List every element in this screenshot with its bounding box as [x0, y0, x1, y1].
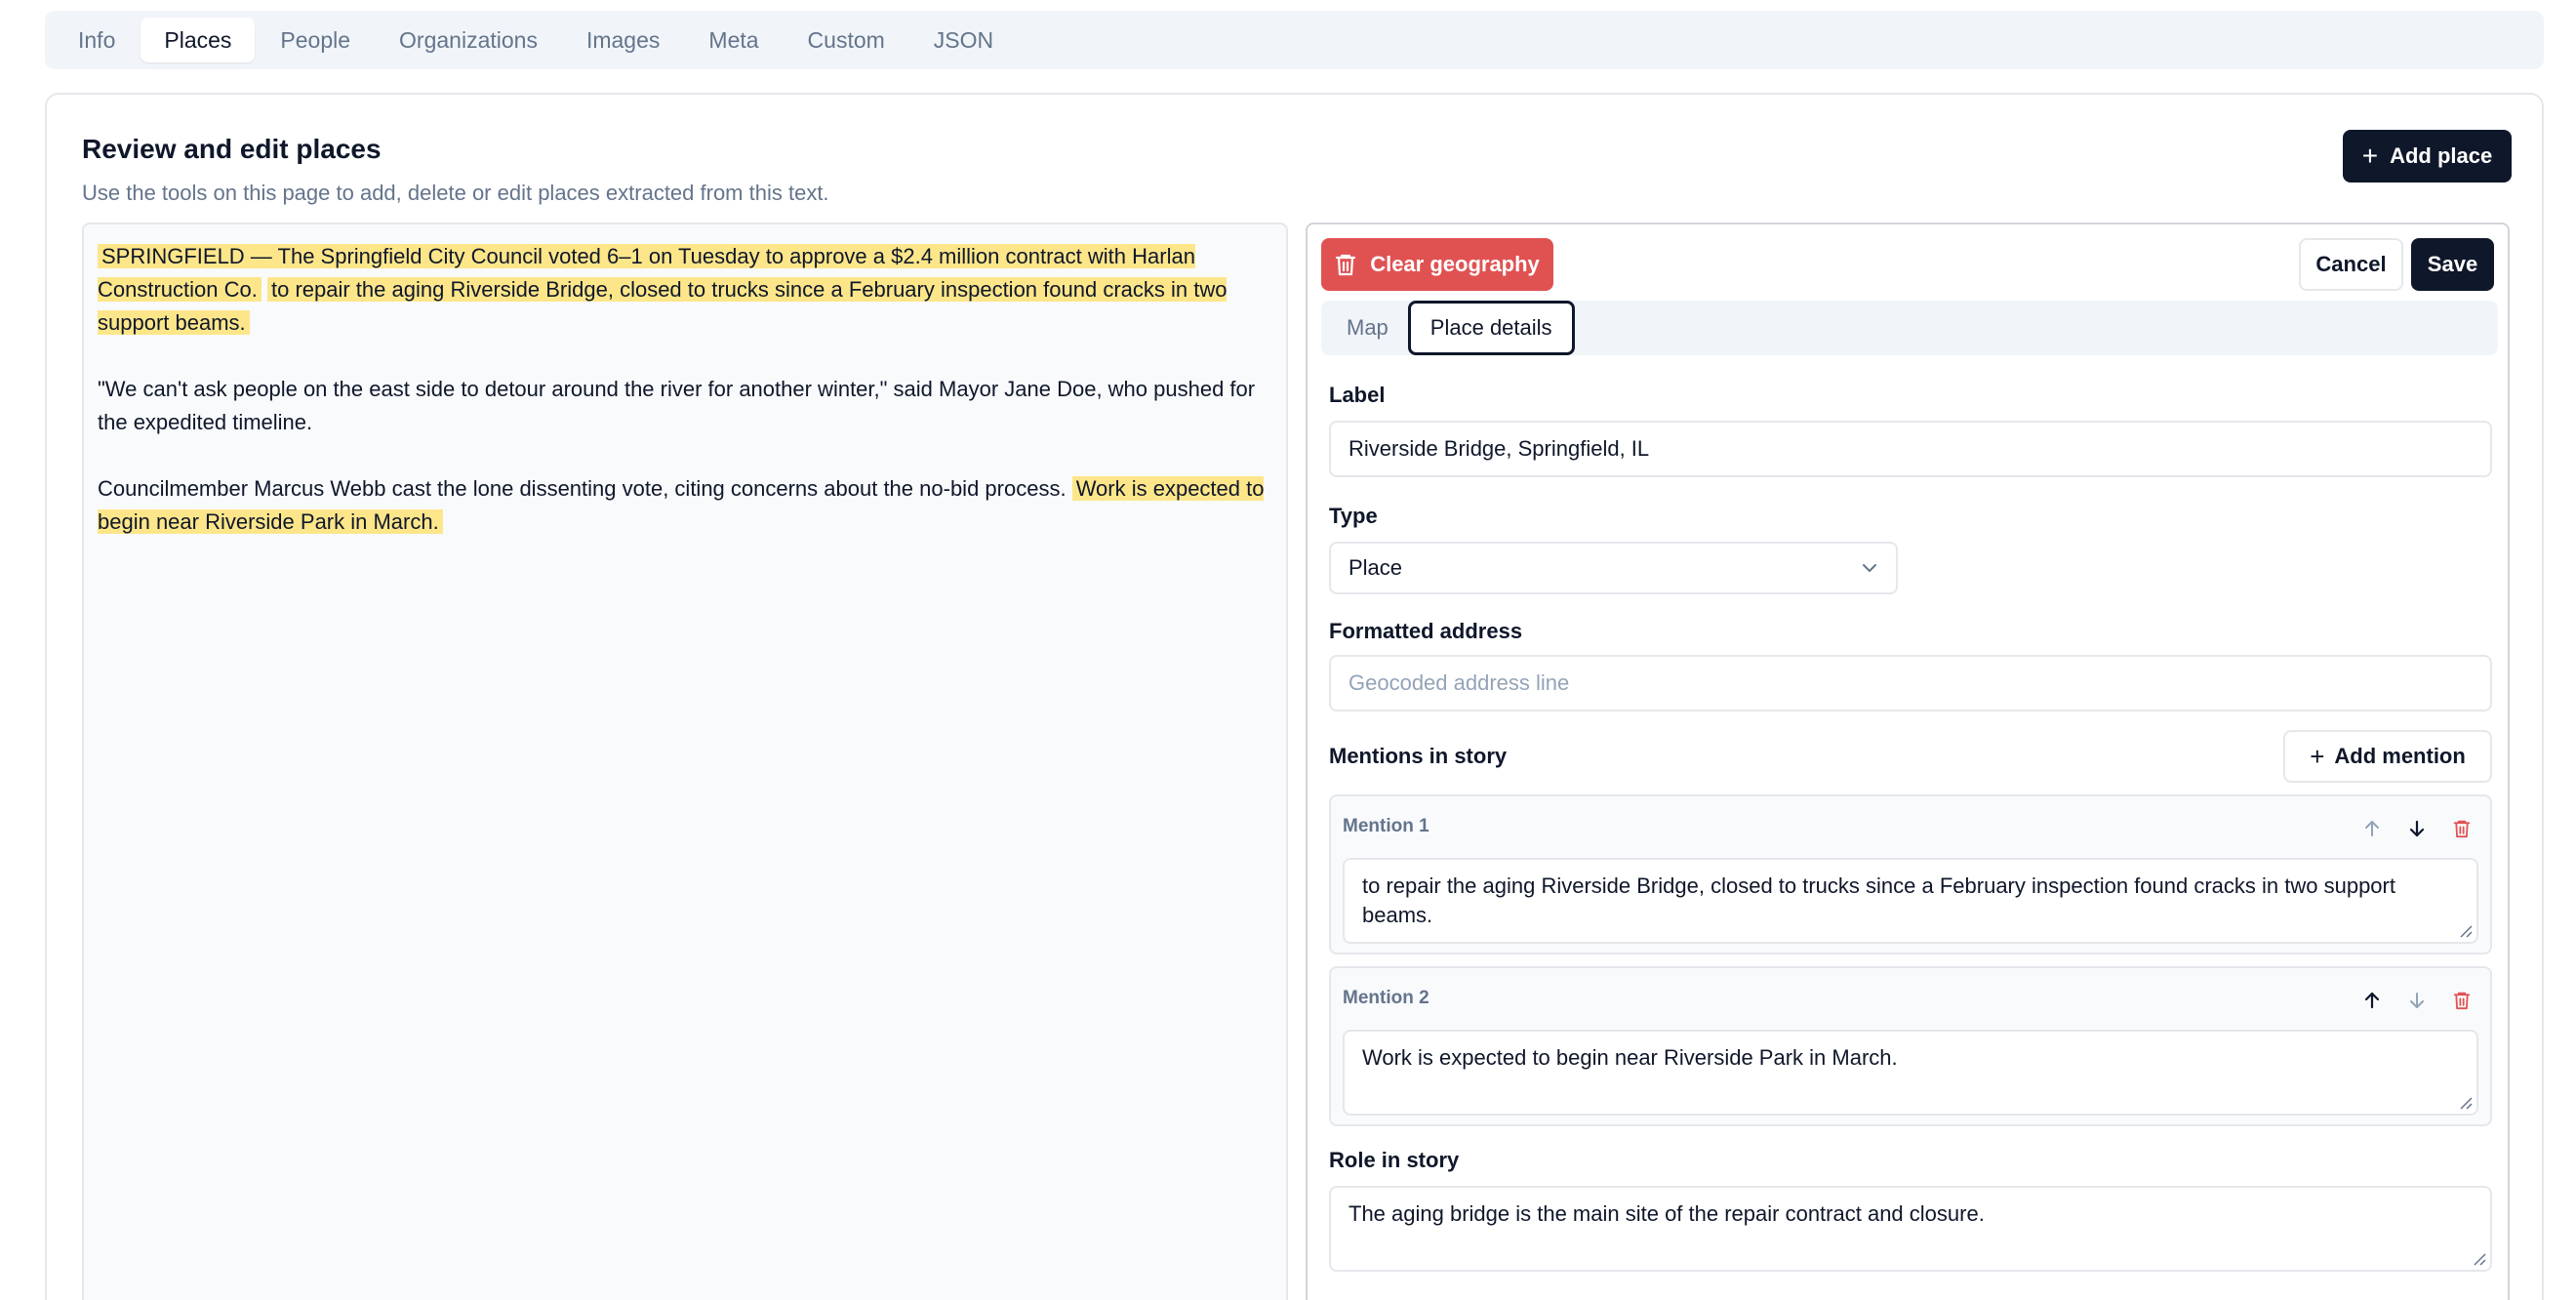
highlighted-text[interactable]: to repair the aging Riverside Bridge, cl… — [98, 277, 1228, 335]
tab-custom[interactable]: Custom — [785, 18, 908, 62]
clear-geography-label: Clear geography — [1370, 252, 1540, 276]
editor-subtabs: Map Place details — [1321, 301, 2498, 355]
tab-organizations[interactable]: Organizations — [376, 18, 561, 62]
mention-title: Mention 1 — [1343, 816, 1429, 836]
plus-icon: + — [2361, 141, 2379, 171]
arrow-down-icon — [2409, 820, 2425, 837]
story-text-pane: SPRINGFIELD — The Springfield City Counc… — [82, 223, 1288, 1300]
subtab-map[interactable]: Map — [1327, 301, 1408, 355]
arrow-up-icon — [2365, 821, 2379, 836]
save-button[interactable]: Save — [2411, 238, 2494, 291]
move-up-button[interactable] — [2352, 982, 2393, 1019]
mention-textarea[interactable]: Work is expected to begin near Riverside… — [1343, 1030, 2478, 1116]
tab-places[interactable]: Places — [141, 18, 256, 62]
mention-textarea[interactable]: to repair the aging Riverside Bridge, cl… — [1343, 858, 2478, 944]
place-editor: Clear geography Cancel Save Map Place de… — [1306, 223, 2510, 1300]
type-select[interactable]: Place — [1329, 542, 1898, 594]
tab-images[interactable]: Images — [563, 18, 683, 62]
formatted-address-input[interactable]: Geocoded address line — [1329, 655, 2492, 711]
mention-text: to repair the aging Riverside Bridge, cl… — [1362, 873, 2395, 927]
arrow-up-icon — [2364, 992, 2380, 1009]
mention-card: Mention 1 to repair the aging Riverside … — [1329, 794, 2492, 955]
role-text: The aging bridge is the main site of the… — [1348, 1201, 1985, 1226]
label-heading: Label — [1329, 383, 1386, 407]
tab-people[interactable]: People — [257, 18, 374, 62]
tab-meta[interactable]: Meta — [685, 18, 782, 62]
move-up-button[interactable] — [2352, 810, 2393, 847]
page-description: Use the tools on this page to add, delet… — [82, 181, 829, 205]
role-heading: Role in story — [1329, 1148, 1460, 1172]
trash-icon — [2453, 820, 2471, 838]
tab-json[interactable]: JSON — [910, 18, 1017, 62]
resize-handle-icon[interactable] — [2459, 924, 2473, 938]
story-text: Councilmember Marcus Webb cast the lone … — [98, 476, 1067, 501]
resize-handle-icon[interactable] — [2459, 1096, 2473, 1110]
mention-title: Mention 2 — [1343, 988, 1429, 1008]
mentions-heading: Mentions in story — [1329, 744, 1508, 768]
label-input[interactable]: Riverside Bridge, Springfield, IL — [1329, 421, 2492, 477]
chevron-down-icon — [1863, 564, 1876, 572]
mention-actions — [2352, 810, 2482, 847]
resize-handle-icon[interactable] — [2473, 1252, 2486, 1266]
add-place-label: Add place — [2390, 143, 2493, 168]
delete-mention-button[interactable] — [2441, 810, 2482, 847]
places-card: Review and edit places Use the tools on … — [45, 93, 2544, 1300]
plus-icon: + — [2310, 741, 2325, 771]
mention-card: Mention 2 Work is expected to begin near… — [1329, 966, 2492, 1126]
story-paragraph: "We can't ask people on the east side to… — [98, 377, 1256, 434]
type-select-value: Place — [1348, 555, 1403, 580]
trash-icon — [2453, 992, 2471, 1010]
formatted-address-heading: Formatted address — [1329, 619, 1523, 643]
page-title: Review and edit places — [82, 134, 382, 164]
subtab-place-details[interactable]: Place details — [1407, 301, 1575, 355]
add-place-button[interactable]: + Add place — [2343, 130, 2512, 183]
tab-info[interactable]: Info — [55, 18, 139, 62]
section-tabs: Info Places People Organizations Images … — [45, 11, 2544, 69]
cancel-button[interactable]: Cancel — [2299, 238, 2403, 291]
move-down-button[interactable] — [2396, 982, 2437, 1019]
add-mention-button[interactable]: + Add mention — [2283, 730, 2492, 783]
type-heading: Type — [1329, 504, 1378, 528]
move-down-button[interactable] — [2396, 810, 2437, 847]
delete-mention-button[interactable] — [2441, 982, 2482, 1019]
clear-geography-button[interactable]: Clear geography — [1321, 238, 1553, 291]
mention-text: Work is expected to begin near Riverside… — [1362, 1045, 1898, 1070]
trash-icon — [1336, 254, 1356, 276]
role-textarea[interactable]: The aging bridge is the main site of the… — [1329, 1186, 2492, 1272]
story-paragraph: SPRINGFIELD — The Springfield City Counc… — [98, 240, 1272, 340]
story-paragraph: Councilmember Marcus Webb cast the lone … — [98, 472, 1272, 539]
mention-actions — [2352, 982, 2482, 1019]
add-mention-label: Add mention — [2334, 744, 2466, 768]
arrow-down-icon — [2410, 993, 2424, 1008]
